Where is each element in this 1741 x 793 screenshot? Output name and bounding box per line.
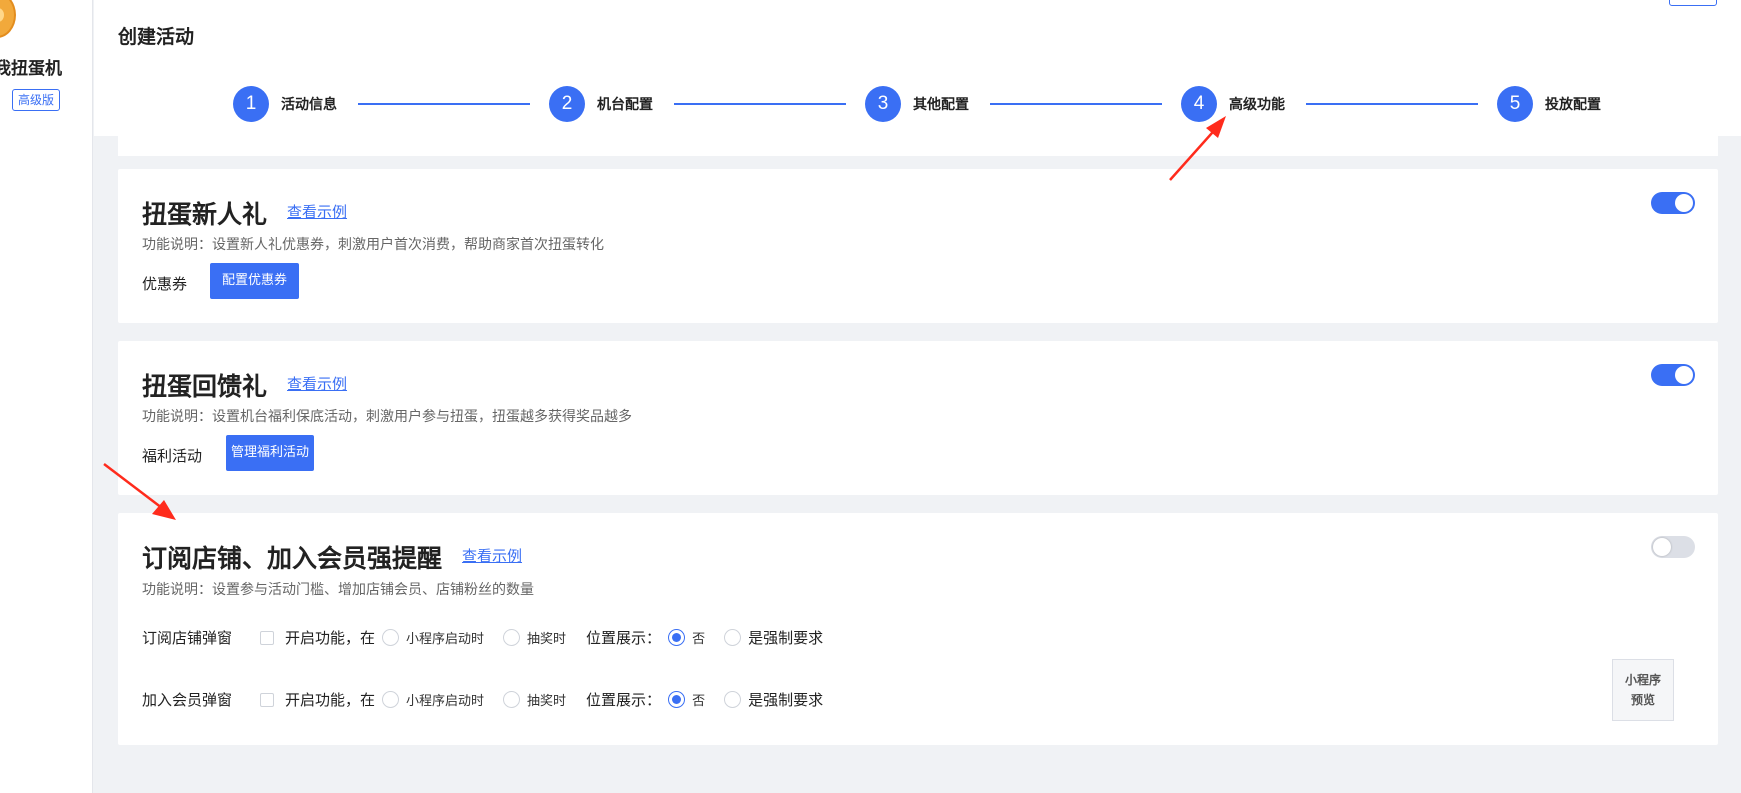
force-radio-no[interactable] <box>668 691 686 708</box>
feedback-toggle[interactable] <box>1651 364 1695 386</box>
radio-label: 是强制要求 <box>748 629 824 647</box>
radio-label: 否 <box>692 694 706 709</box>
step-4[interactable]: 4 高级功能 <box>1181 86 1285 122</box>
plan-badge: 高级版 <box>12 89 61 111</box>
card-description: 功能说明：设置新人礼优惠券，刺激用户首次消费，帮助商家首次扭蛋转化 <box>142 237 604 253</box>
coupon-label: 优惠券 <box>142 275 188 293</box>
view-example-link[interactable]: 查看示例 <box>462 545 522 566</box>
preview-line-1: 小程序 <box>1624 673 1661 687</box>
radio-label: 抽奖时 <box>527 694 567 709</box>
view-example-link[interactable]: 查看示例 <box>287 201 347 222</box>
step-number: 2 <box>549 86 585 122</box>
card-description: 功能说明：设置参与活动门槛、增加店铺会员、店铺粉丝的数量 <box>142 582 534 598</box>
step-number: 4 <box>1181 86 1217 122</box>
view-example-link[interactable]: 查看示例 <box>287 373 347 394</box>
step-5[interactable]: 5 投放配置 <box>1497 86 1601 122</box>
enable-text: 开启功能，在 <box>285 629 376 647</box>
position-label: 位置展示： <box>586 691 662 709</box>
shop-name: 我扭蛋机 <box>0 59 62 79</box>
configure-coupon-button[interactable]: 配置优惠券 <box>210 263 300 299</box>
radio-label: 小程序启动时 <box>406 694 485 709</box>
enable-checkbox[interactable] <box>260 692 274 707</box>
row-name: 订阅店铺弹窗 <box>142 629 233 647</box>
step-connector <box>1306 103 1478 105</box>
card-title: 扭蛋回馈礼 <box>142 372 268 401</box>
top-right-button[interactable] <box>1669 0 1717 6</box>
miniprogram-preview-button[interactable]: 小程序 预览 <box>1612 659 1674 721</box>
feedback-gift-card: 扭蛋回馈礼 查看示例 功能说明：设置机台福利保底活动，刺激用户参与扭蛋，扭蛋越多… <box>118 341 1718 495</box>
subscribe-popup-row: 订阅店铺弹窗 开启功能，在 小程序启动时 抽奖时 位置展示： 否 是强制要求 <box>142 627 823 648</box>
subscribe-member-card: 订阅店铺、加入会员强提醒 查看示例 功能说明：设置参与活动门槛、增加店铺会员、店… <box>118 513 1718 745</box>
page-title: 创建活动 <box>118 26 195 48</box>
step-connector <box>358 103 530 105</box>
step-label: 投放配置 <box>1545 97 1601 113</box>
welfare-activity-label: 福利活动 <box>142 447 203 465</box>
radio-label: 抽奖时 <box>527 632 567 647</box>
timing-radio-launch[interactable] <box>382 691 400 708</box>
force-radio-no[interactable] <box>668 629 686 646</box>
toggle-knob <box>1675 194 1693 212</box>
force-radio-yes[interactable] <box>724 691 742 708</box>
step-number: 1 <box>233 86 269 122</box>
member-popup-row: 加入会员弹窗 开启功能，在 小程序启动时 抽奖时 位置展示： 否 是强制要求 <box>142 689 823 710</box>
newcomer-gift-card: 扭蛋新人礼 查看示例 功能说明：设置新人礼优惠券，刺激用户首次消费，帮助商家首次… <box>118 169 1718 323</box>
toggle-knob <box>1675 366 1693 384</box>
previous-card-bottom <box>118 136 1718 156</box>
step-connector <box>990 103 1162 105</box>
row-name: 加入会员弹窗 <box>142 691 233 709</box>
timing-radio-launch[interactable] <box>382 629 400 646</box>
step-label: 活动信息 <box>281 97 337 113</box>
manage-welfare-button[interactable]: 管理福利活动 <box>226 435 315 471</box>
force-radio-yes[interactable] <box>724 629 742 646</box>
card-title: 订阅店铺、加入会员强提醒 <box>142 544 443 573</box>
toggle-knob <box>1653 538 1671 556</box>
preview-line-2: 预览 <box>1630 693 1655 707</box>
step-label: 机台配置 <box>597 97 653 113</box>
step-1[interactable]: 1 活动信息 <box>233 86 337 122</box>
enable-text: 开启功能，在 <box>285 691 376 709</box>
step-connector <box>674 103 846 105</box>
card-title: 扭蛋新人礼 <box>142 200 268 229</box>
step-2[interactable]: 2 机台配置 <box>549 86 653 122</box>
step-number: 5 <box>1497 86 1533 122</box>
step-3[interactable]: 3 其他配置 <box>865 86 969 122</box>
sidebar: 我扭蛋机 高级版 <box>0 0 93 793</box>
step-number: 3 <box>865 86 901 122</box>
card-description: 功能说明：设置机台福利保底活动，刺激用户参与扭蛋，扭蛋越多获得奖品越多 <box>142 409 632 425</box>
radio-label: 是强制要求 <box>748 691 824 709</box>
radio-label: 否 <box>692 632 706 647</box>
timing-radio-draw[interactable] <box>503 629 521 646</box>
step-label: 其他配置 <box>913 97 969 113</box>
shop-avatar[interactable] <box>0 0 16 38</box>
step-label: 高级功能 <box>1229 97 1285 113</box>
newcomer-toggle[interactable] <box>1651 192 1695 214</box>
enable-checkbox[interactable] <box>260 630 274 645</box>
timing-radio-draw[interactable] <box>503 691 521 708</box>
subscribe-toggle[interactable] <box>1651 536 1695 558</box>
position-label: 位置展示： <box>586 629 662 647</box>
radio-label: 小程序启动时 <box>406 632 485 647</box>
